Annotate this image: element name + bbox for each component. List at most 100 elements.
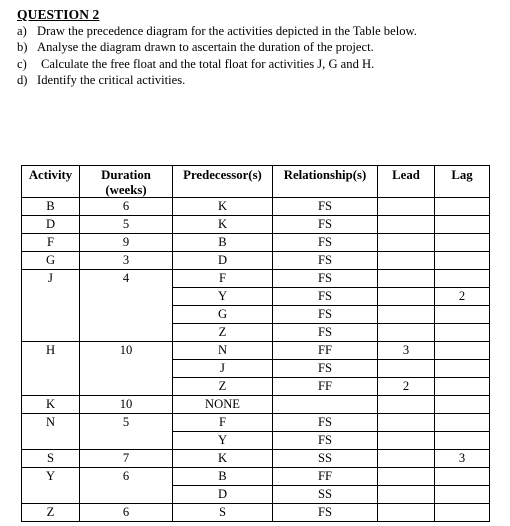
- cell-predecessor: Y: [172, 287, 273, 307]
- table-header: Activity Duration (weeks) Predecessor(s)…: [21, 164, 490, 199]
- cell-relationship: [272, 395, 378, 415]
- cell-relationship: FF: [272, 467, 378, 487]
- cell-relationship: SS: [272, 449, 378, 469]
- cell-activity: J: [21, 269, 80, 343]
- question-item-text: Identify the critical activities.: [37, 72, 186, 87]
- cell-activity: F: [21, 233, 80, 253]
- cell-lag: [434, 395, 490, 415]
- cell-relationship: FS: [272, 287, 378, 307]
- table-row: B 6 K FS: [21, 197, 490, 217]
- cell-predecessor: B: [172, 233, 273, 253]
- cell-lead: [377, 413, 435, 433]
- cell-activity: D: [21, 215, 80, 235]
- cell-lead: [377, 323, 435, 343]
- cell-relationship: FS: [272, 413, 378, 433]
- cell-predecessor: B: [172, 467, 273, 487]
- cell-lead: [377, 431, 435, 451]
- cell-lag: [434, 323, 490, 343]
- cell-activity: G: [21, 251, 80, 271]
- column-header-duration-line2: (weeks): [105, 182, 147, 197]
- question-item-marker: d): [17, 72, 28, 87]
- cell-relationship: FS: [272, 323, 378, 343]
- cell-lag: [434, 269, 490, 289]
- cell-lead: 2: [377, 377, 435, 397]
- cell-activity: S: [21, 449, 80, 469]
- table-row: N 5 F FS: [21, 413, 490, 451]
- question-item-text: Analyse the diagram drawn to ascertain t…: [37, 40, 374, 55]
- cell-lead: [377, 305, 435, 325]
- cell-lag: [434, 215, 490, 235]
- activity-table-container: Activity Duration (weeks) Predecessor(s)…: [21, 164, 490, 523]
- question-item: b) Analyse the diagram drawn to ascertain…: [16, 39, 496, 55]
- cell-lead: [377, 467, 435, 487]
- cell-predecessor: D: [172, 485, 273, 505]
- table-row: G 3 D FS: [21, 251, 490, 271]
- cell-duration: 6: [79, 197, 173, 217]
- cell-lag: 2: [434, 287, 490, 307]
- cell-duration: 5: [79, 413, 173, 451]
- page-title: QUESTION 2: [17, 7, 100, 22]
- question-item-marker: a): [17, 24, 27, 38]
- cell-predecessor: Y: [172, 431, 273, 451]
- cell-relationship: FS: [272, 251, 378, 271]
- cell-activity: B: [21, 197, 80, 217]
- cell-lead: [377, 359, 435, 379]
- cell-relationship: FF: [272, 377, 378, 397]
- cell-lag: [434, 377, 490, 397]
- cell-lag: [434, 467, 490, 487]
- cell-relationship: FF: [272, 341, 378, 361]
- column-header-lead: Lead: [377, 164, 435, 199]
- table-row: F 9 B FS: [21, 233, 490, 253]
- question-item-text: Draw the precedence diagram for the acti…: [37, 24, 417, 38]
- table-row: K 10 NONE: [21, 395, 490, 415]
- cell-predecessor: Z: [172, 323, 273, 343]
- cell-lead: [377, 233, 435, 253]
- cell-duration: 7: [79, 449, 173, 469]
- cell-lead: [377, 287, 435, 307]
- cell-duration: 6: [79, 503, 173, 523]
- cell-activity: K: [21, 395, 80, 415]
- cell-lead: [377, 197, 435, 217]
- column-header-relationship: Relationship(s): [272, 164, 378, 199]
- question-item-marker: b): [17, 40, 28, 55]
- cell-lag: [434, 485, 490, 505]
- cell-relationship: FS: [272, 233, 378, 253]
- cell-duration: 5: [79, 215, 173, 235]
- cell-lag: [434, 251, 490, 271]
- column-header-duration-line1: Duration: [101, 168, 151, 182]
- question-item: c) Calculate the free float and the total…: [16, 56, 496, 72]
- cell-relationship: FS: [272, 359, 378, 379]
- cell-relationship: FS: [272, 197, 378, 217]
- activity-table: Activity Duration (weeks) Predecessor(s)…: [21, 164, 490, 523]
- cell-lag: [434, 341, 490, 361]
- cell-predecessor: F: [172, 413, 273, 433]
- question-item-marker: c): [17, 56, 27, 71]
- table-row: S 7 K SS 3: [21, 449, 490, 469]
- table-body: B 6 K FS D 5 K FS F 9 B FS G 3 D FS J 4 F FS Y FS 2 G FS Z FS H 10 N F…: [21, 197, 490, 523]
- column-header-predecessor: Predecessor(s): [172, 164, 273, 199]
- cell-predecessor: K: [172, 197, 273, 217]
- cell-lead: 3: [377, 341, 435, 361]
- cell-relationship: FS: [272, 269, 378, 289]
- cell-relationship: SS: [272, 485, 378, 505]
- cell-lag: [434, 431, 490, 451]
- table-row: Y 6 B FF: [21, 467, 490, 505]
- question-item: d) Identify the critical activities.: [16, 72, 496, 88]
- cell-duration: 9: [79, 233, 173, 253]
- table-row: J 4 F FS: [21, 269, 490, 343]
- column-header-activity: Activity: [21, 164, 80, 199]
- table-header-row: Activity Duration (weeks) Predecessor(s)…: [21, 164, 490, 199]
- cell-duration: 10: [79, 341, 173, 397]
- cell-lag: 3: [434, 449, 490, 469]
- cell-activity: H: [21, 341, 80, 397]
- table-row: D 5 K FS: [21, 215, 490, 235]
- cell-lag: [434, 197, 490, 217]
- table-row: H 10 N FF 3: [21, 341, 490, 397]
- cell-activity: Y: [21, 467, 80, 505]
- cell-lead: [377, 503, 435, 523]
- cell-activity: Z: [21, 503, 80, 523]
- cell-activity: N: [21, 413, 80, 451]
- cell-relationship: FS: [272, 215, 378, 235]
- cell-relationship: FS: [272, 503, 378, 523]
- cell-predecessor: J: [172, 359, 273, 379]
